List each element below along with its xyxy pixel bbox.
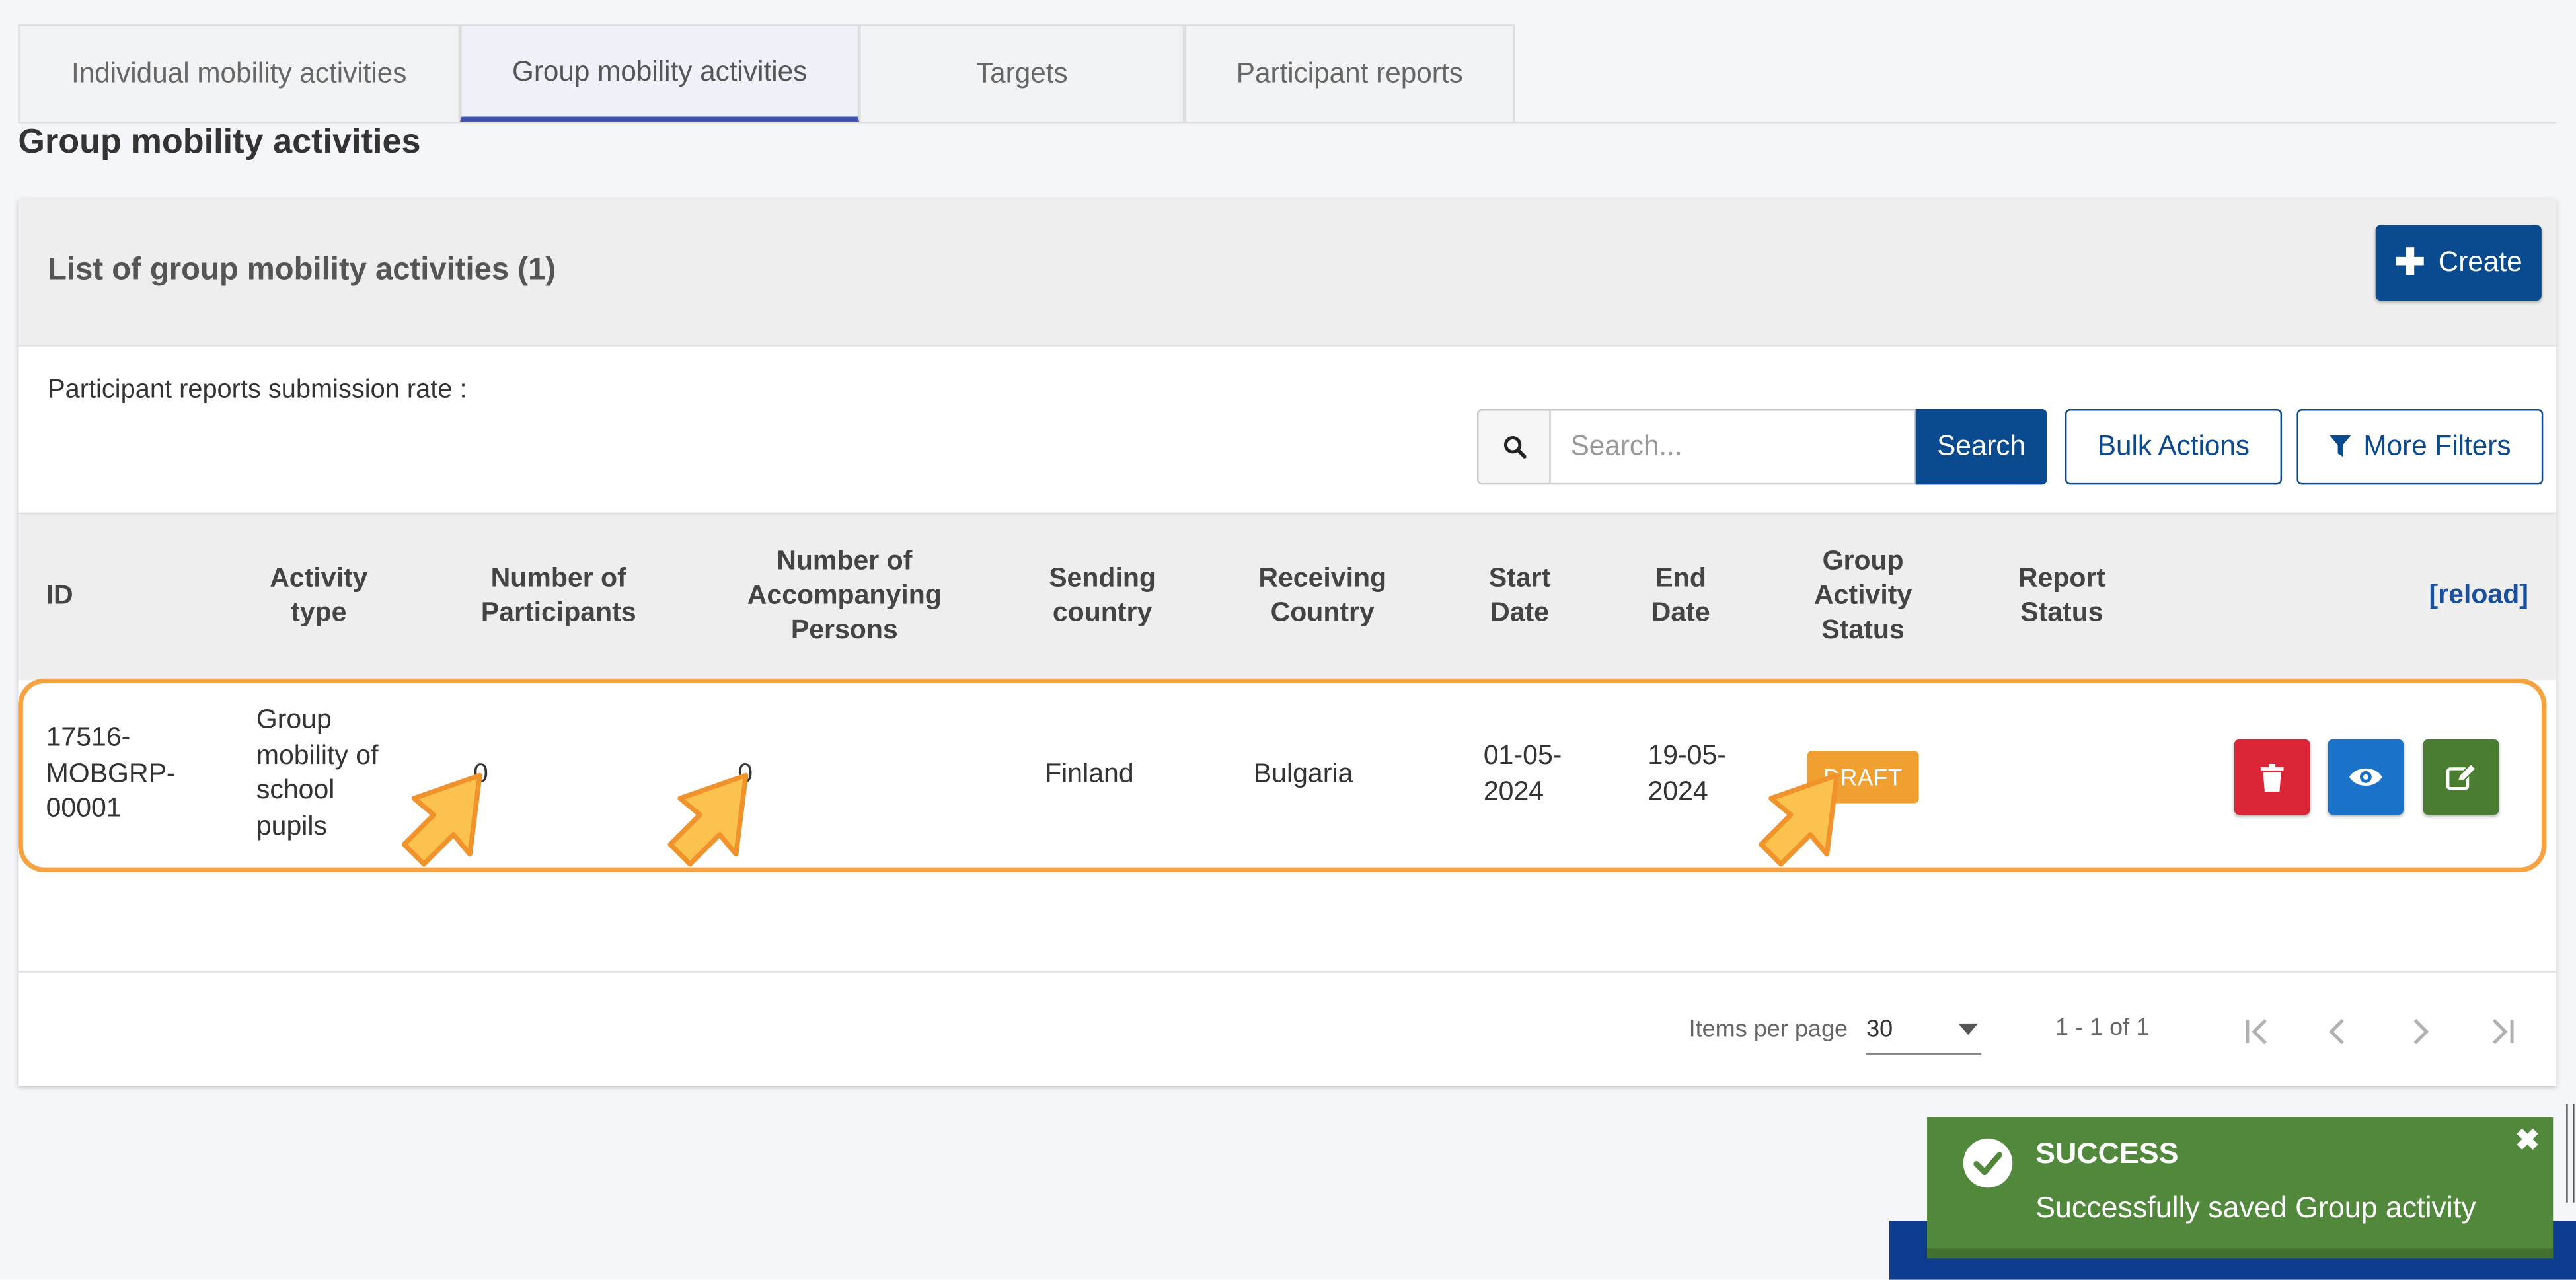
edit-icon [2446,763,2476,790]
funnel-icon [2329,435,2351,457]
items-per-page-label: Items per page [1688,1016,1848,1043]
search-button[interactable]: Search [1915,409,2047,485]
cell-accompanying: 0 [738,759,753,789]
eye-icon [2349,768,2382,786]
tab-group-mobility[interactable]: Group mobility activities [460,24,860,122]
items-per-page-select[interactable]: 30 [1866,1007,1982,1055]
cell-activity-type: Group mobility of school pupils [256,704,379,841]
first-page-icon [2246,1019,2267,1045]
header-start-date: Start Date [1488,563,1551,628]
header-group-activity-status: Group Activity Status [1814,546,1913,645]
pagination-range: 1 - 1 of 1 [2055,1015,2150,1042]
more-filters-label: More Filters [2363,430,2511,462]
magnifier-icon [1503,436,1526,459]
edit-button[interactable] [2423,739,2499,815]
next-page-button[interactable] [2396,1007,2445,1057]
first-page-button[interactable] [2232,1007,2282,1057]
previous-page-button[interactable] [2313,1007,2363,1057]
last-page-button[interactable] [2478,1007,2527,1057]
cell-participants: 0 [473,759,488,789]
page-title: Group mobility activities [18,123,421,161]
items-per-page-value: 30 [1866,1016,1893,1043]
header-activity-type: Activity type [270,563,368,628]
tab-participant-reports[interactable]: Participant reports [1184,24,1515,122]
cell-sending-country: Finland [1045,759,1134,789]
header-report-status: Report Status [2018,563,2106,628]
toast-message: Successfully saved Group activity [2035,1191,2476,1224]
cell-receiving-country: Bulgaria [1253,759,1353,789]
search-group: Search [1476,409,2047,485]
header-receiving-country: Receiving Country [1258,563,1387,628]
scrollbar[interactable] [2566,1104,2575,1203]
plus-icon: ✚ [2395,241,2425,283]
view-button[interactable] [2328,739,2404,815]
app-root: Individual mobility activities Group mob… [0,0,2576,1280]
reload-link[interactable]: [reload] [2429,580,2528,611]
header-sending-country: Sending country [1049,563,1156,628]
delete-button[interactable] [2234,739,2310,815]
last-page-icon [2492,1019,2514,1045]
close-icon[interactable]: ✖ [2515,1123,2540,1158]
cell-id: 17516- MOBGRP- 00001 [46,722,176,823]
tab-targets[interactable]: Targets [859,24,1185,122]
more-filters-button[interactable]: More Filters [2296,409,2544,485]
chevron-left-icon [2329,1019,2344,1045]
trash-icon [2260,763,2284,792]
toast-title: SUCCESS [2035,1137,2179,1170]
bulk-actions-label: Bulk Actions [2097,430,2250,462]
tab-individual-mobility[interactable]: Individual mobility activities [18,24,461,122]
table-bottom-divider [18,971,2557,973]
create-button[interactable]: ✚ Create [2375,225,2542,301]
bulk-actions-button[interactable]: Bulk Actions [2065,409,2283,485]
submission-rate-label: Participant reports submission rate : [48,376,467,404]
header-end-date: End Date [1651,563,1710,628]
status-badge: DRAFT [1807,751,1919,804]
chevron-right-icon [2413,1019,2429,1045]
table-header: ID Activity type Number of Participants … [18,512,2557,681]
header-accompanying: Number of Accompanying Persons [747,546,942,645]
search-input[interactable] [1550,409,1916,485]
create-label: Create [2438,246,2522,278]
activities-card: List of group mobility activities (1) ✚ … [18,198,2557,1086]
search-icon[interactable] [1476,409,1551,485]
card-title: List of group mobility activities (1) [48,252,556,288]
header-participants: Number of Participants [480,563,636,628]
check-circle-icon [1963,1138,2013,1188]
cell-end-date: 19-05- 2024 [1648,741,1727,806]
cell-start-date: 01-05- 2024 [1483,741,1562,806]
header-id: ID [46,580,73,611]
chevron-down-icon [1958,1023,1979,1035]
success-toast: SUCCESS Successfully saved Group activit… [1927,1117,2554,1259]
tab-bar: Individual mobility activities Group mob… [18,24,1515,122]
card-header: List of group mobility activities (1) ✚ … [18,198,2557,347]
